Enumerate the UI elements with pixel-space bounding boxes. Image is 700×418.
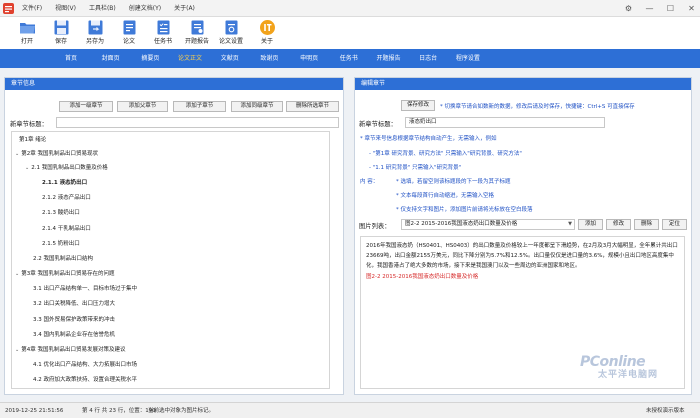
save-changes-button[interactable]: 保存修改 xyxy=(401,100,435,111)
status-datetime: 2019-12-25 21:51:56 xyxy=(5,408,64,414)
image-list-label: 图片列表： xyxy=(359,223,391,230)
new-title-label: 新章节标题： xyxy=(10,121,48,128)
tab-references[interactable]: 文献页 xyxy=(211,49,249,68)
thesis-settings-button[interactable]: 论文设置 xyxy=(214,19,248,48)
tab-declaration[interactable]: 申明页 xyxy=(290,49,328,68)
edit-image-button[interactable]: 修改 xyxy=(606,219,631,230)
panel-title: 编辑章节 xyxy=(355,78,691,90)
add-parent-chapter-button[interactable]: 添加父章节 xyxy=(117,101,168,112)
menu-about[interactable]: 关于(A) xyxy=(174,0,195,17)
delete-chapter-button[interactable]: 删除所选章节 xyxy=(286,101,339,112)
chevron-down-icon: ▼ xyxy=(568,221,572,227)
gear-icon[interactable]: ⚙ xyxy=(620,0,637,17)
nav-tabs: 首页 封面页 摘要页 论文正文 文献页 致谢页 申明页 任务书 开题报告 日志台… xyxy=(0,49,700,68)
window-controls: ⚙ — ☐ ✕ xyxy=(616,0,700,17)
tree-item[interactable]: 4.1 优化出口产品结构、大力拓展出口市场 xyxy=(33,361,137,370)
panel-title: 章节信息 xyxy=(5,78,343,90)
tree-item[interactable]: 3.2 出口关税降低、出口压力增大 xyxy=(33,300,115,309)
add-level1-chapter-button[interactable]: 添加一级章节 xyxy=(59,101,113,112)
tab-proposal-report[interactable]: 开题报告 xyxy=(370,49,408,68)
thesis-button[interactable]: 论文 xyxy=(112,19,146,48)
status-bar: 2019-12-25 21:51:56 第 4 行 共 23 行，位置：190 … xyxy=(0,402,700,418)
add-sibling-chapter-button[interactable]: 添加同级章节 xyxy=(231,101,283,112)
example-hint: - "第1章 研究背景、研究方法" 只需输入"研究背景、研究方法" xyxy=(369,151,522,157)
save-as-button[interactable]: 另存为 xyxy=(78,19,112,48)
about-logo-icon xyxy=(259,20,275,35)
add-child-chapter-button[interactable]: 添加子章节 xyxy=(173,101,226,112)
app-logo-icon xyxy=(3,3,14,14)
tree-item[interactable]: 第1章 绪论 xyxy=(19,136,46,145)
tree-item[interactable]: 2.1.5 奶粉出口 xyxy=(42,240,80,249)
chapter-number-hint: * 章节来号信息根据章节结构自动产生，无需输入，例如 xyxy=(360,136,497,142)
content-hint: * 仅支持文字和图片，添加图片前请将光标放在空白段落 xyxy=(396,207,533,213)
tree-item[interactable]: ⌄ 第4章 我国乳制品出口贸易发展对策及建议 xyxy=(15,346,125,355)
document-add-icon xyxy=(123,20,135,35)
tab-acknowledgement[interactable]: 致谢页 xyxy=(250,49,288,68)
save-button[interactable]: 保存 xyxy=(44,19,78,48)
settings-document-icon xyxy=(225,20,237,35)
new-chapter-title-input[interactable] xyxy=(56,117,339,128)
content-hint: * 选填，若留空则该标题段的下一段为其子标题 xyxy=(396,179,511,185)
tree-item[interactable]: ⌄ 第2章 我国乳制品出口贸易现状 xyxy=(15,150,98,159)
delete-image-button[interactable]: 删除 xyxy=(634,219,659,230)
menu-bar: 文件(F) 视图(V) 工具栏(B) 创建文档(Y) 关于(A) xyxy=(22,0,208,17)
tree-item[interactable]: 2.2 我国乳制品出口结构 xyxy=(33,255,93,264)
menu-file[interactable]: 文件(F) xyxy=(22,0,42,17)
tree-item[interactable]: 3.1 出口产品结构单一、目标市场过于集中 xyxy=(33,285,137,294)
image-caption[interactable]: 图2-2 2015-2016我国液态奶出口数量及价格 xyxy=(366,272,679,282)
save-hint: * 切换章节请合如数新的数据，修改后请及时保存，快捷键：Ctrl+S 可直接保存 xyxy=(440,104,635,110)
locate-image-button[interactable]: 定位 xyxy=(662,219,687,230)
tree-item[interactable]: 2.1.4 干乳制品出口 xyxy=(42,225,91,234)
minimize-icon[interactable]: — xyxy=(641,0,658,17)
editor-paragraph[interactable]: 2016年我国液态奶（HS0401、HS0403）的出口数量及价格较上一年度都呈… xyxy=(366,241,679,271)
task-document-icon xyxy=(157,20,169,35)
folder-open-icon xyxy=(19,23,35,34)
watermark-logo: PConline 太平洋电脑网 xyxy=(580,354,659,380)
chevron-down-icon[interactable]: ⌄ xyxy=(15,347,19,353)
task-book-button[interactable]: 任务书 xyxy=(146,19,180,48)
chapter-tree: 第1章 绪论 ⌄ 第2章 我国乳制品出口贸易现状 ⌄ 2.1 我国乳制品出口数量及价… xyxy=(11,131,330,389)
new-chapter-title-input[interactable]: 液态奶出口 xyxy=(405,117,605,128)
tab-task-book[interactable]: 任务书 xyxy=(330,49,368,68)
content-hint: * 文本每段首行自动缩进，无需输入空格 xyxy=(396,193,494,199)
image-list-select[interactable]: 图2-2 2015-2016我国液态奶出口数量及价格 ▼ xyxy=(401,219,575,230)
tab-thesis-body[interactable]: 论文正文 xyxy=(171,49,209,68)
toolbar: 打开 保存 另存为 论文 任务书 开题报告 论文设置 关于 xyxy=(0,17,700,49)
title-bar: 文件(F) 视图(V) 工具栏(B) 创建文档(Y) 关于(A) ⚙ — ☐ ✕ xyxy=(0,0,700,17)
tree-item-selected[interactable]: 2.1.1 液态奶出口 xyxy=(42,179,87,188)
menu-create-document[interactable]: 创建文档(Y) xyxy=(129,0,161,17)
tree-item[interactable]: 3.4 国内乳制品企业存在信誉危机 xyxy=(33,331,115,340)
save-icon xyxy=(54,20,68,35)
tree-item[interactable]: 4.2 政府加大政策扶持、设置合理关税水平 xyxy=(33,376,137,385)
tab-cover[interactable]: 封面页 xyxy=(92,49,130,68)
status-license: 未授权演示版本 xyxy=(646,408,685,414)
tree-item[interactable]: 2.1.3 酸奶出口 xyxy=(42,209,80,218)
about-button[interactable]: 关于 xyxy=(250,19,284,48)
status-page-info: 第 4 行 共 23 行，位置：190 xyxy=(82,408,156,414)
close-icon[interactable]: ✕ xyxy=(683,0,700,17)
tree-item[interactable]: ⌄ 2.1 我国乳制品出口数量及价格 xyxy=(25,164,108,173)
proposal-report-button[interactable]: 开题报告 xyxy=(180,19,214,48)
status-message: 当前选中对象为图片标记。 xyxy=(148,408,215,414)
tab-program-settings[interactable]: 程序设置 xyxy=(449,49,487,68)
maximize-icon[interactable]: ☐ xyxy=(662,0,679,17)
save-as-icon xyxy=(88,20,102,35)
chevron-down-icon[interactable]: ⌄ xyxy=(25,165,29,171)
new-title-label: 新章节标题： xyxy=(359,121,397,128)
tab-abstract[interactable]: 摘要页 xyxy=(131,49,169,68)
menu-view[interactable]: 视图(V) xyxy=(55,0,76,17)
report-document-icon xyxy=(191,20,203,35)
open-button[interactable]: 打开 xyxy=(10,19,44,48)
example-hint: - "1.1 研究背景" 只需输入"研究背景" xyxy=(369,165,462,171)
tab-log[interactable]: 日志台 xyxy=(409,49,447,68)
chevron-down-icon[interactable]: ⌄ xyxy=(15,271,19,277)
content-label: 内 容： xyxy=(360,179,379,185)
chevron-down-icon[interactable]: ⌄ xyxy=(15,151,19,157)
tree-item[interactable]: 3.3 国外贸易保护政策带来的冲击 xyxy=(33,316,115,325)
add-image-button[interactable]: 添加 xyxy=(578,219,603,230)
tab-home[interactable]: 首页 xyxy=(52,49,90,68)
tree-item[interactable]: ⌄ 第3章 我国乳制品出口贸易存在的问题 xyxy=(15,270,114,279)
menu-toolbar[interactable]: 工具栏(B) xyxy=(89,0,116,17)
tree-item[interactable]: 2.1.2 液态产品出口 xyxy=(42,194,91,203)
